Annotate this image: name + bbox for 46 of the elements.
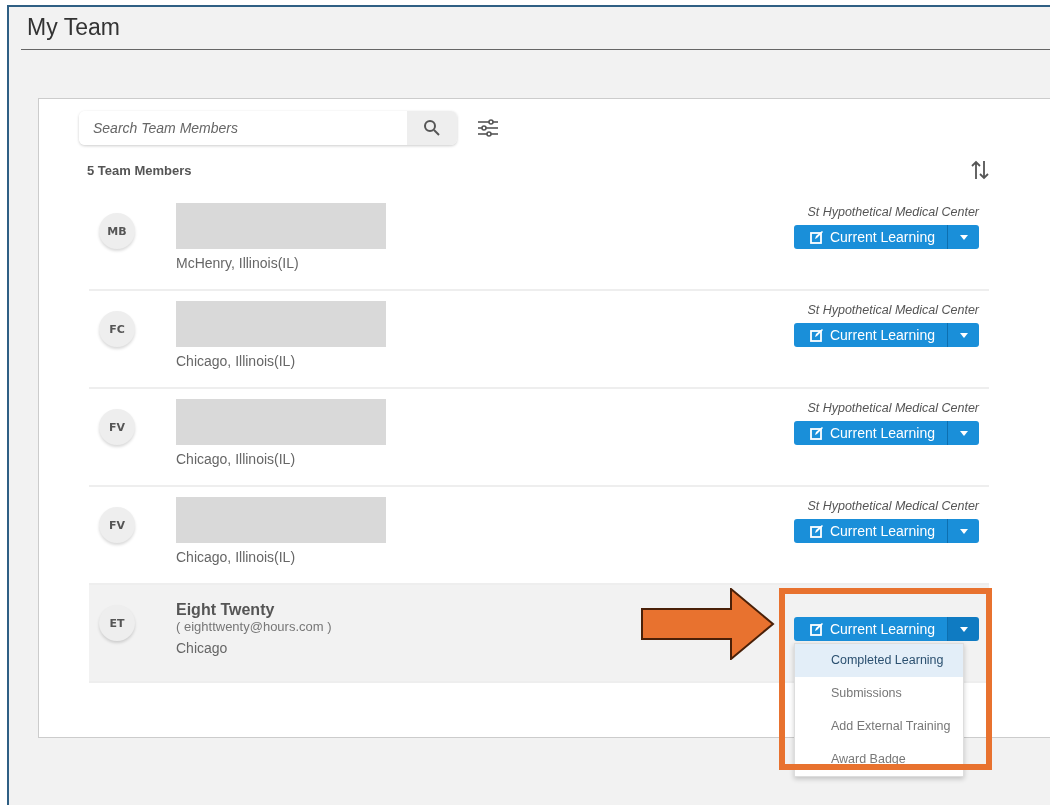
search-button[interactable] [407, 111, 457, 145]
dropdown-toggle[interactable] [948, 519, 979, 543]
avatar: FV [99, 409, 135, 445]
current-learning-button[interactable]: Current Learning [793, 225, 948, 249]
edit-icon [809, 524, 823, 538]
member-location: McHenry, Illinois(IL) [176, 255, 300, 271]
sort-icon[interactable] [971, 159, 989, 181]
edit-icon [809, 622, 823, 636]
search-field[interactable]: Search Team Members [79, 111, 457, 145]
caret-icon [959, 430, 968, 436]
page-title: My Team [21, 7, 1050, 50]
dropdown-toggle[interactable] [948, 225, 979, 249]
current-learning-button[interactable]: Current Learning [793, 421, 948, 445]
caret-icon [959, 332, 968, 338]
caret-icon [959, 234, 968, 240]
member-location: Chicago, Illinois(IL) [176, 549, 297, 565]
caret-icon [959, 528, 968, 534]
dropdown-toggle[interactable] [948, 323, 979, 347]
organization-name: St Hypothetical Medical Center [807, 499, 979, 515]
member-location: Chicago, Illinois(IL) [176, 353, 297, 369]
filter-sliders-icon[interactable] [477, 118, 499, 138]
current-learning-button[interactable]: Current Learning [793, 617, 948, 641]
organization-name: St Hypothetical Medical Center [807, 303, 979, 319]
member-count: 5 Team Members [87, 162, 192, 178]
avatar: FV [99, 507, 135, 543]
avatar: ET [99, 605, 135, 641]
avatar: FC [99, 311, 135, 347]
dropdown-toggle[interactable] [948, 617, 979, 641]
organization-name: St Hypothetical Medical Center [807, 205, 979, 221]
member-location: Chicago [176, 640, 229, 656]
menu-item[interactable]: Completed Learning [794, 644, 963, 677]
search-icon [423, 119, 441, 137]
edit-icon [809, 230, 823, 244]
avatar: MB [99, 213, 135, 249]
menu-item[interactable]: Add External Training [794, 710, 963, 743]
member-name: Eight Twenty [176, 601, 276, 619]
caret-icon [959, 626, 968, 632]
member-email: ( eighttwenty@hours.com ) [176, 619, 332, 634]
edit-icon [809, 426, 823, 440]
menu-item[interactable]: Submissions [794, 677, 963, 710]
dropdown-toggle[interactable] [948, 421, 979, 445]
organization-name: St Hypothetical Medical Center [807, 401, 979, 417]
edit-icon [809, 328, 823, 342]
current-learning-button[interactable]: Current Learning [793, 519, 948, 543]
member-location: Chicago, Illinois(IL) [176, 451, 297, 467]
current-learning-button[interactable]: Current Learning [793, 323, 948, 347]
